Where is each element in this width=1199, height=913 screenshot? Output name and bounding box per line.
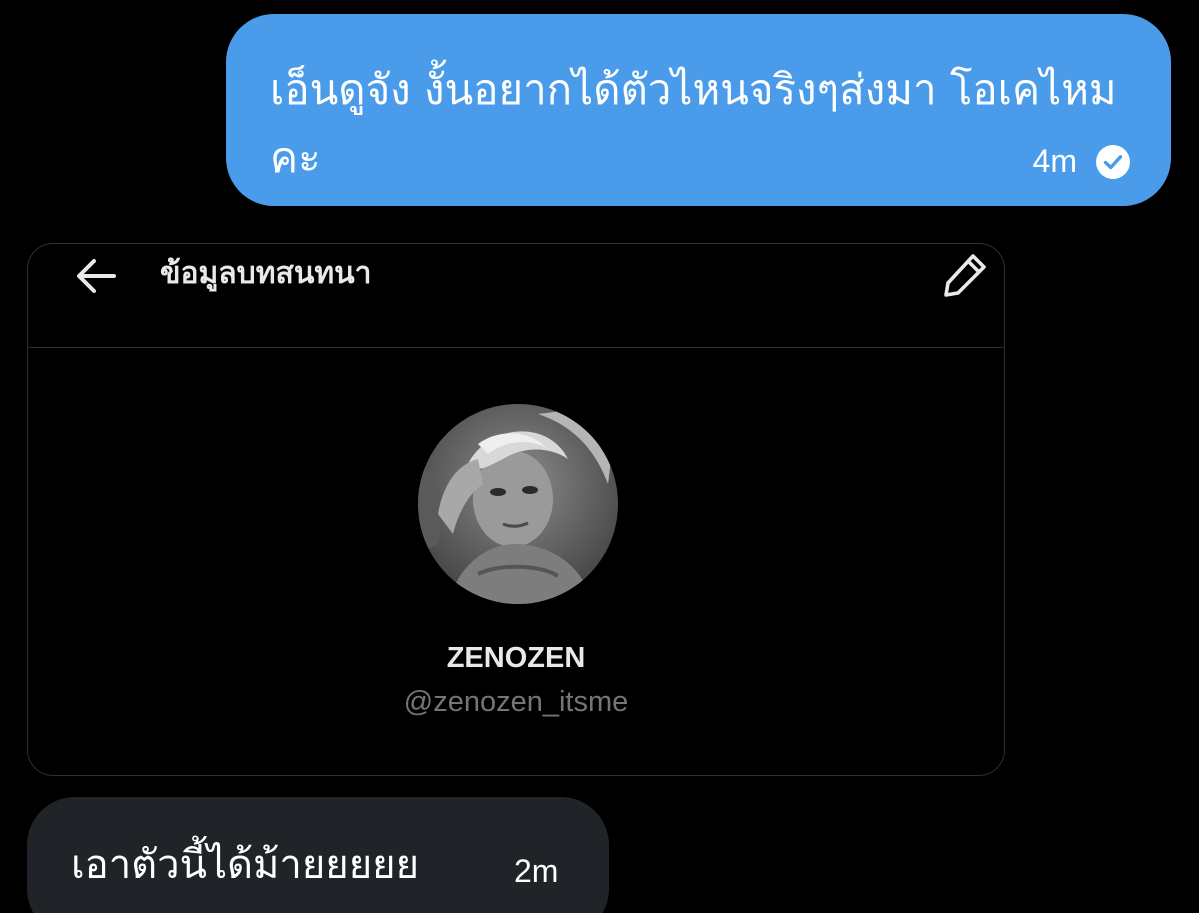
avatar[interactable]	[418, 404, 618, 604]
outgoing-message-text: เอ็นดูจัง งั้นอยากได้ตัวไหนจริงๆส่งมา โอ…	[270, 65, 1117, 182]
dm-conversation: เอ็นดูจัง งั้นอยากได้ตัวไหนจริงๆส่งมา โอ…	[0, 0, 1199, 913]
profile-handle: @zenozen_itsme	[403, 686, 629, 718]
arrow-left-icon[interactable]	[70, 250, 122, 302]
pencil-icon[interactable]	[940, 248, 992, 300]
outgoing-message-time: 4m	[1032, 143, 1077, 179]
incoming-message-bubble[interactable]: เอาตัวนี้ได้ม้ายยยยย 2m	[27, 797, 609, 913]
check-circle-icon	[1096, 144, 1130, 179]
card-title: ข้อมูลบทสนทนา	[160, 256, 372, 291]
card-header: ข้อมูลบทสนทนา	[28, 244, 1004, 348]
outgoing-message-bubble[interactable]: เอ็นดูจัง งั้นอยากได้ตัวไหนจริงๆส่งมา โอ…	[226, 14, 1171, 206]
conversation-info-card[interactable]: ข้อมูลบทสนทนา ZENOZEN @zenozen_itsme	[27, 243, 1005, 776]
incoming-message-time: 2m	[514, 853, 559, 889]
profile-name: ZENOZEN	[446, 642, 586, 674]
incoming-message-text: เอาตัวนี้ได้ม้ายยยยย	[71, 842, 420, 888]
outgoing-message-meta: 4m	[1033, 143, 1131, 180]
avatar-photo	[418, 404, 618, 604]
